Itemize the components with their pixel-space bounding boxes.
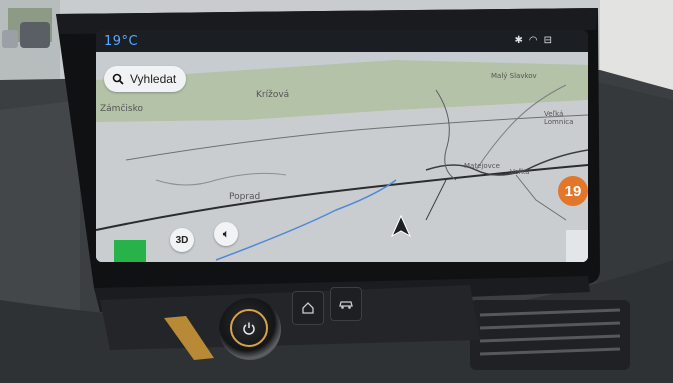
place-label: Poprad xyxy=(229,192,261,202)
home-button[interactable] xyxy=(292,291,324,325)
volume-button[interactable]: 🔈︎ xyxy=(214,222,238,246)
search-button[interactable]: Vyhledat xyxy=(104,66,187,92)
status-icons: ✱ ◠ ⊟ xyxy=(514,35,552,46)
infotainment-screen: 19°C ✱ ◠ ⊟ Vyhledat Zámčisko Krížová Mal… xyxy=(96,30,588,262)
car-button[interactable] xyxy=(330,287,362,321)
power-volume-knob[interactable] xyxy=(219,298,281,360)
bluetooth-icon: ✱ xyxy=(514,35,523,46)
place-label: Krížová xyxy=(256,90,290,100)
car-dashboard-photo: 19°C ✱ ◠ ⊟ Vyhledat Zámčisko Krížová Mal… xyxy=(0,0,673,383)
place-label: Veľká Lomnica xyxy=(544,110,574,126)
search-label: Vyhledat xyxy=(130,72,177,86)
home-icon xyxy=(302,302,314,314)
temperature-readout: 19°C xyxy=(104,34,139,49)
wifi-icon: ◠ xyxy=(528,35,538,46)
view-mode-button[interactable]: 3D xyxy=(170,228,194,252)
app-shortcut-icon[interactable] xyxy=(114,240,146,262)
place-label: Zámčisko xyxy=(100,104,143,114)
search-icon xyxy=(112,73,124,85)
place-label: Malý Slavkov xyxy=(491,72,537,80)
car-icon xyxy=(339,301,353,309)
power-icon xyxy=(243,322,255,335)
map-canvas[interactable] xyxy=(96,30,588,262)
place-label: Veľká xyxy=(510,168,530,176)
knob-ring xyxy=(230,309,268,347)
speaker-icon: 🔈︎ xyxy=(223,228,229,240)
car-connect-icon: ⊟ xyxy=(543,35,552,46)
place-label: Matejovce xyxy=(464,162,500,170)
speed-limit-badge: 19 xyxy=(558,176,588,206)
